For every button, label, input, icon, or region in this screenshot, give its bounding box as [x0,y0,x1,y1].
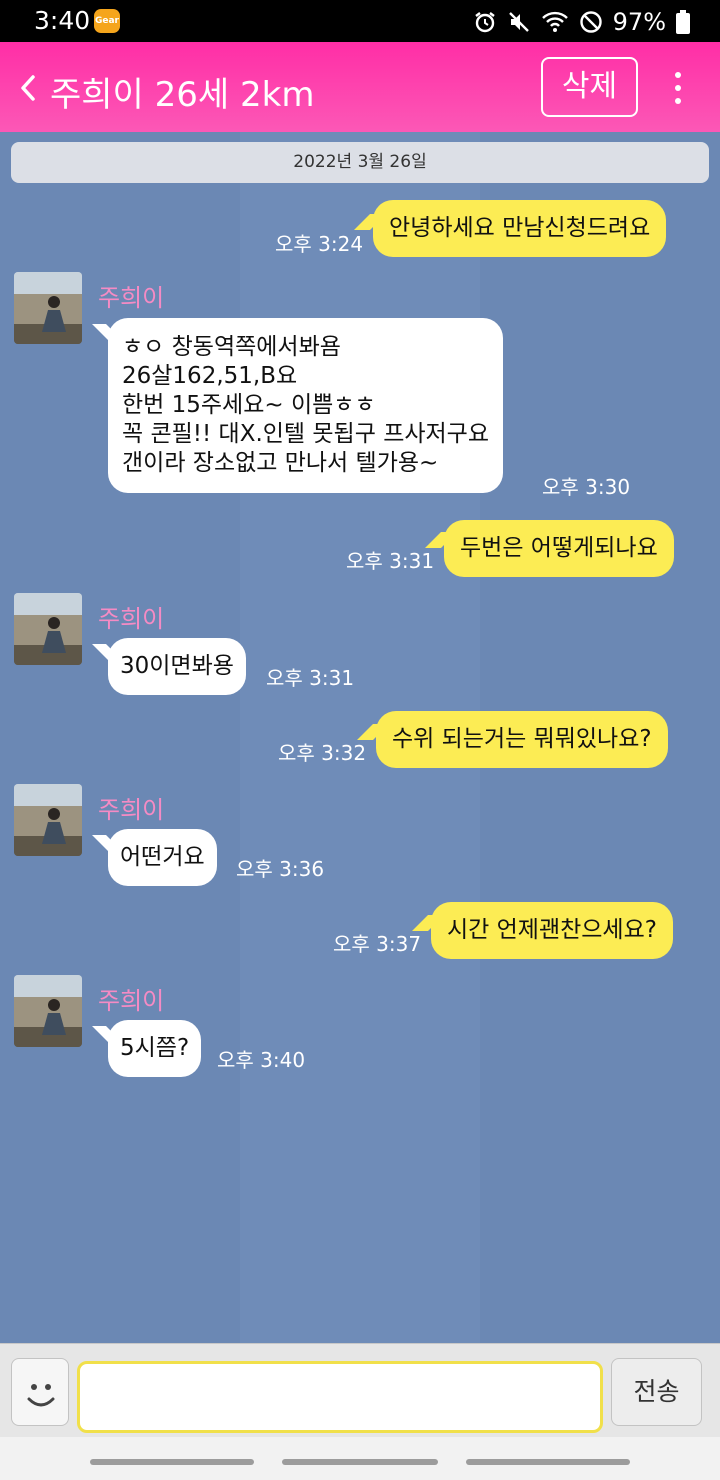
message-input-bar: 전송 [0,1343,720,1437]
message-time: 오후 3:40 [217,1048,306,1072]
alarm-icon [473,10,497,34]
their-message-bubble[interactable]: ㅎㅇ 창동역쪽에서봐욤 26살162,51,B요 한번 15주세요~ 이쁨ㅎㅎ … [108,318,503,493]
date-divider: 2022년 3월 26일 [11,142,709,183]
their-message-bubble[interactable]: 어떤거요 [108,829,217,886]
chevron-left-icon[interactable] [16,72,40,104]
sender-name: 주희이 [98,284,165,312]
mute-icon [507,10,531,34]
message-time: 오후 3:32 [278,741,367,765]
their-message-bubble[interactable]: 30이면봐용 [108,638,246,695]
my-message-bubble[interactable]: 두번은 어떻게되나요 [444,520,674,577]
wifi-icon [541,10,569,34]
delete-button[interactable]: 삭제 [541,57,638,117]
status-bar: 3:40 Gear 97% [0,0,720,42]
message-time: 오후 3:36 [236,857,325,881]
their-message-bubble[interactable]: 5시쯤? [108,1020,202,1077]
sender-name: 주희이 [98,605,165,633]
message-time: 오후 3:30 [542,475,631,499]
smiley-icon [12,1384,70,1431]
sender-name: 주희이 [98,796,165,824]
system-navigation-bar [0,1437,720,1480]
send-button[interactable]: 전송 [611,1358,702,1426]
chat-area[interactable]: 2022년 3월 26일 오후 3:24 안녕하세요 만남신청드려요 주희이 ㅎ… [0,132,720,1343]
avatar[interactable] [14,272,82,344]
my-message-bubble[interactable]: 안녕하세요 만남신청드려요 [373,200,667,257]
avatar[interactable] [14,784,82,856]
chat-header: 주희이 26세 2km 삭제 [0,42,720,132]
my-message-bubble[interactable]: 수위 되는거는 뭐뭐있나요? [376,711,668,768]
page-title: 주희이 26세 2km [50,75,315,115]
my-message-bubble[interactable]: 시간 언제괜찬으세요? [431,902,673,959]
message-time: 오후 3:31 [346,549,435,573]
do-not-disturb-icon [579,10,603,34]
emoji-button[interactable] [11,1358,69,1426]
sender-name: 주희이 [98,987,165,1015]
more-vertical-icon[interactable] [666,70,690,106]
avatar[interactable] [14,975,82,1047]
gear-app-icon: Gear [94,9,120,33]
battery-icon [676,10,690,34]
status-icons: 97% [473,8,690,36]
message-time: 오후 3:24 [275,232,364,256]
nav-recents[interactable] [90,1459,254,1465]
nav-back[interactable] [466,1459,630,1465]
status-time: 3:40 [34,6,91,35]
message-time: 오후 3:37 [333,932,422,956]
message-input[interactable] [77,1361,603,1433]
avatar[interactable] [14,593,82,665]
nav-home[interactable] [282,1459,438,1465]
battery-percent: 97% [612,8,666,36]
message-time: 오후 3:31 [266,666,355,690]
